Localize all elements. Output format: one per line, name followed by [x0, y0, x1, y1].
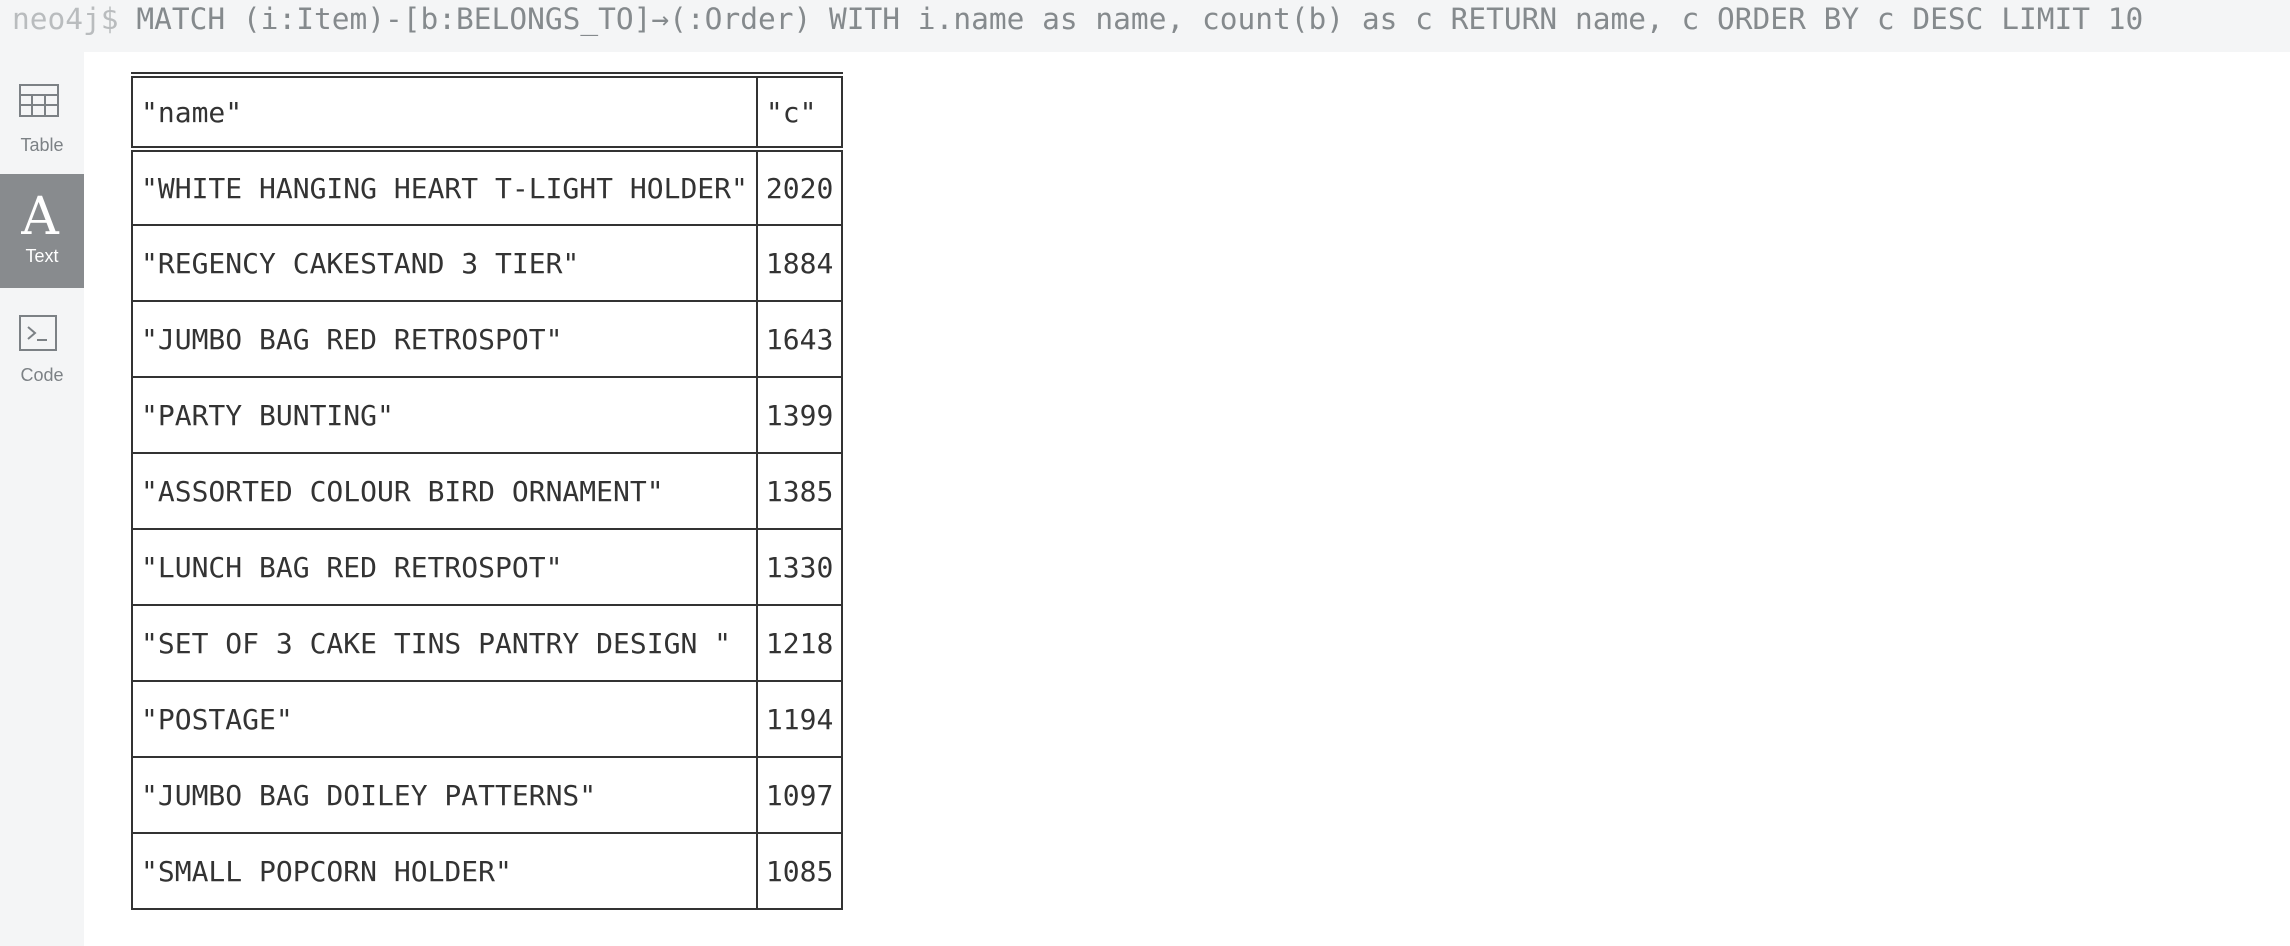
header-row: "name" "c" [132, 75, 843, 152]
table-row: "POSTAGE" 1194 [132, 681, 843, 758]
cell-name: "POSTAGE" [132, 681, 758, 758]
result-view-sidebar: Table A Text Code [0, 52, 84, 946]
table-icon [19, 84, 59, 117]
table-row: "SMALL POPCORN HOLDER" 1085 [132, 833, 843, 910]
table-row: "SET OF 3 CAKE TINS PANTRY DESIGN " 1218 [132, 605, 843, 682]
table-row: "ASSORTED COLOUR BIRD ORNAMENT" 1385 [132, 453, 843, 530]
text-icon: A [21, 190, 60, 240]
cell-count: 1097 [756, 757, 843, 834]
column-header-name: "name" [132, 75, 758, 152]
cell-name: "JUMBO BAG DOILEY PATTERNS" [132, 757, 758, 834]
cell-name: "WHITE HANGING HEART T-LIGHT HOLDER" [132, 149, 758, 226]
cell-count: 2020 [756, 149, 843, 226]
svg-text:A: A [21, 190, 60, 240]
cell-count: 1385 [756, 453, 843, 530]
cell-name: "PARTY BUNTING" [132, 377, 758, 454]
text-view-label: Text [25, 246, 59, 266]
result-text-table: "name" "c" "WHITE HANGING HEART T-LIGHT … [131, 72, 844, 910]
query-text[interactable]: MATCH (i:Item)-[b:BELONGS_TO]→(:Order) W… [136, 2, 2143, 36]
cell-count: 1643 [756, 301, 843, 378]
cell-count: 1194 [756, 681, 843, 758]
table-view-button[interactable]: Table [0, 52, 84, 166]
table-row: "JUMBO BAG RED RETROSPOT" 1643 [132, 301, 843, 378]
code-view-label: Code [20, 365, 64, 385]
text-view-button[interactable]: A Text [0, 174, 84, 288]
cell-count: 1884 [756, 225, 843, 302]
column-header-c: "c" [756, 75, 843, 152]
prompt: neo4j$ [12, 2, 119, 36]
cell-name: "REGENCY CAKESTAND 3 TIER" [132, 225, 758, 302]
table-row: "REGENCY CAKESTAND 3 TIER" 1884 [132, 225, 843, 302]
code-view-button[interactable]: Code [0, 305, 84, 419]
cell-count: 1085 [756, 833, 843, 910]
query-bar[interactable]: neo4j$ MATCH (i:Item)-[b:BELONGS_TO]→(:O… [0, 0, 2290, 52]
cell-count: 1399 [756, 377, 843, 454]
cell-name: "SET OF 3 CAKE TINS PANTRY DESIGN " [132, 605, 758, 682]
table-view-label: Table [20, 135, 64, 155]
table-row: "LUNCH BAG RED RETROSPOT" 1330 [132, 529, 843, 606]
cell-name: "SMALL POPCORN HOLDER" [132, 833, 758, 910]
table-row: "JUMBO BAG DOILEY PATTERNS" 1097 [132, 757, 843, 834]
cell-name: "LUNCH BAG RED RETROSPOT" [132, 529, 758, 606]
table-row: "WHITE HANGING HEART T-LIGHT HOLDER" 202… [132, 149, 843, 226]
result-panel: "name" "c" "WHITE HANGING HEART T-LIGHT … [84, 52, 2290, 946]
cell-count: 1218 [756, 605, 843, 682]
code-icon [19, 315, 57, 351]
cell-count: 1330 [756, 529, 843, 606]
cell-name: "ASSORTED COLOUR BIRD ORNAMENT" [132, 453, 758, 530]
cell-name: "JUMBO BAG RED RETROSPOT" [132, 301, 758, 378]
table-row: "PARTY BUNTING" 1399 [132, 377, 843, 454]
